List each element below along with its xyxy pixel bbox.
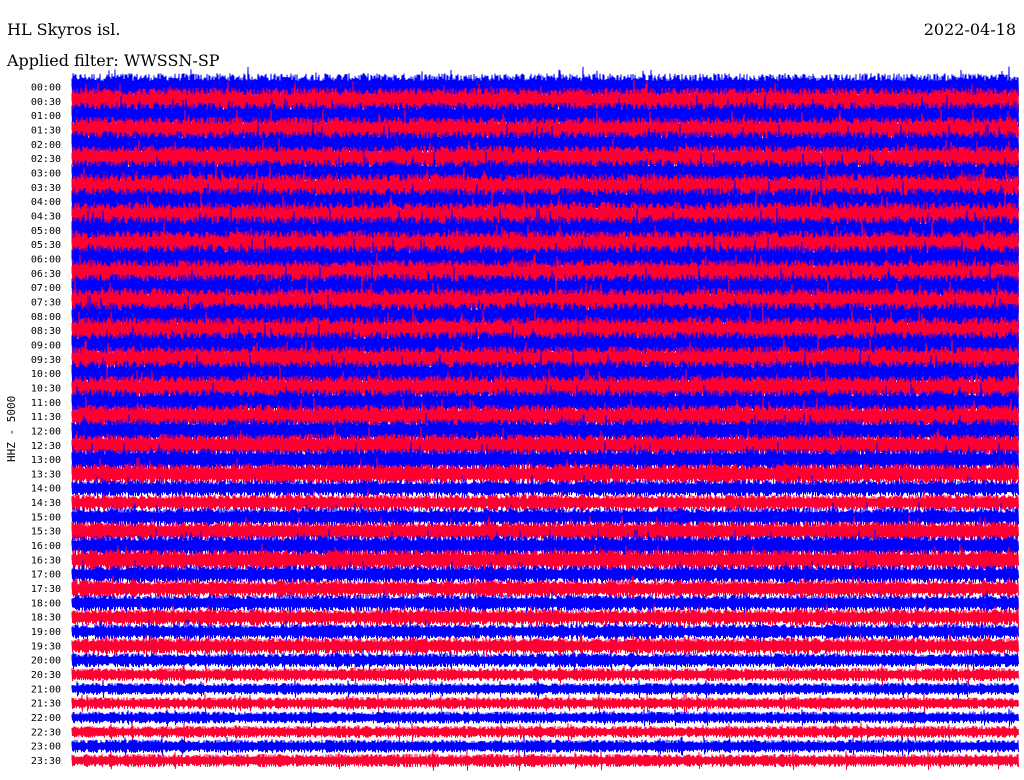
row-time-label: 09:00 — [31, 340, 61, 351]
row-time-label: 12:30 — [31, 441, 61, 452]
row-time-label: 20:30 — [31, 670, 61, 681]
row-time-label: 02:00 — [31, 140, 61, 151]
row-time-label: 10:30 — [31, 383, 61, 394]
row-time-label: 15:30 — [31, 527, 61, 538]
row-time-label: 18:00 — [31, 598, 61, 609]
row-time-label: 10:00 — [31, 369, 61, 380]
row-time-label: 21:00 — [31, 684, 61, 695]
row-time-label: 07:30 — [31, 297, 61, 308]
row-time-label: 11:00 — [31, 398, 61, 409]
trace-row-2130 — [71, 693, 1019, 713]
row-time-label: 01:30 — [31, 126, 61, 137]
row-time-label: 01:00 — [31, 111, 61, 122]
trace-row-2330 — [71, 750, 1019, 771]
row-time-label: 12:00 — [31, 426, 61, 437]
row-time-label: 13:00 — [31, 455, 61, 466]
row-time-label: 00:30 — [31, 97, 61, 108]
row-time-label: 16:00 — [31, 541, 61, 552]
row-time-label: 15:00 — [31, 512, 61, 523]
row-time-label: 04:30 — [31, 212, 61, 223]
row-time-label: 20:00 — [31, 656, 61, 667]
row-time-label: 08:00 — [31, 312, 61, 323]
row-time-label: 19:30 — [31, 641, 61, 652]
row-time-label: 18:30 — [31, 613, 61, 624]
row-time-label: 07:00 — [31, 283, 61, 294]
row-time-label: 06:30 — [31, 269, 61, 280]
row-time-label: 23:30 — [31, 756, 61, 767]
row-time-label: 05:00 — [31, 226, 61, 237]
row-time-label: 08:30 — [31, 326, 61, 337]
row-time-label: 03:00 — [31, 169, 61, 180]
row-time-label: 04:00 — [31, 197, 61, 208]
trace-row-2100 — [71, 679, 1019, 699]
row-time-label: 19:00 — [31, 627, 61, 638]
row-time-label: 09:30 — [31, 355, 61, 366]
row-time-label: 22:00 — [31, 713, 61, 724]
trace-row-2230 — [71, 722, 1019, 742]
row-time-label: 21:30 — [31, 699, 61, 710]
row-time-label: 16:30 — [31, 555, 61, 566]
row-time-label: 11:30 — [31, 412, 61, 423]
row-time-label: 00:00 — [31, 83, 61, 94]
row-time-label: 06:00 — [31, 255, 61, 266]
trace-row-2200 — [71, 708, 1019, 727]
helicorder-plot: 00:00 00:30 01:00 01:30 02:00 02:30 03:00 03:30… — [31, 66, 1019, 771]
row-time-label: 05:30 — [31, 240, 61, 251]
row-time-label: 14:30 — [31, 498, 61, 509]
row-time-label: 14:00 — [31, 484, 61, 495]
row-time-label: 13:30 — [31, 469, 61, 480]
row-time-label: 02:30 — [31, 154, 61, 165]
row-time-label: 03:30 — [31, 183, 61, 194]
trace-row-2300 — [71, 736, 1019, 757]
row-time-label: 23:00 — [31, 742, 61, 753]
row-time-label: 17:30 — [31, 584, 61, 595]
row-time-label: 22:30 — [31, 727, 61, 738]
row-time-label: 17:00 — [31, 570, 61, 581]
